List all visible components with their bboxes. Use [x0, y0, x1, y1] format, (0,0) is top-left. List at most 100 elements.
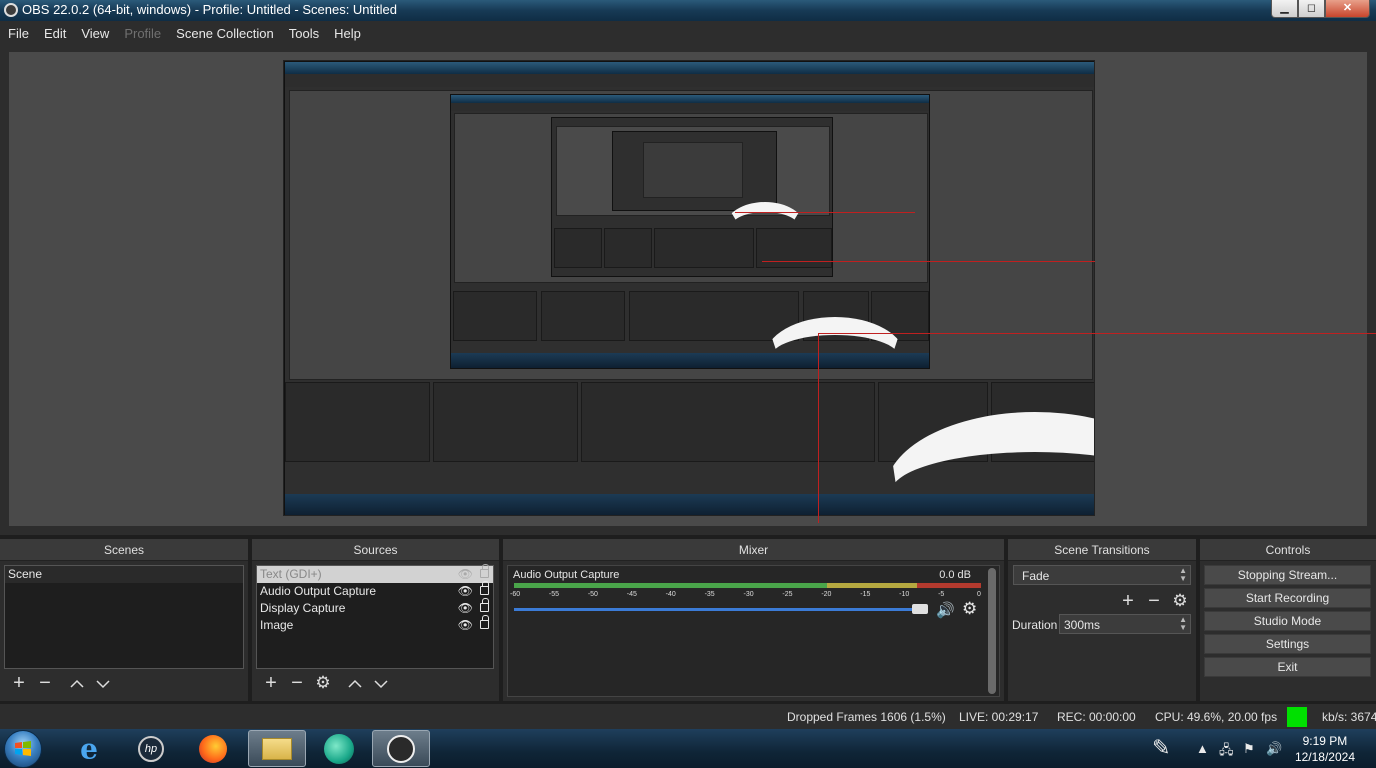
window-title: OBS 22.0.2 (64-bit, windows) - Profile: …: [22, 2, 397, 17]
meter-tick-label: -35: [704, 591, 715, 598]
duration-spinbox[interactable]: 300ms ▲ ▼: [1059, 614, 1191, 634]
menu-profile[interactable]: Profile: [124, 26, 169, 41]
volume-slider-handle[interactable]: [912, 604, 928, 614]
source-item-display-capture[interactable]: Display Capture 👁: [257, 598, 493, 617]
internet-explorer-icon: e: [80, 732, 98, 765]
remove-source-button[interactable]: −: [284, 673, 310, 693]
scene-transitions-header: Scene Transitions: [1008, 539, 1196, 561]
taskbar-hp[interactable]: hp: [122, 730, 180, 767]
visibility-eye-icon[interactable]: 👁: [458, 566, 473, 583]
scene-transitions-dock: Scene Transitions Fade ▲ ▼ + − ⚙ Duration…: [1008, 539, 1196, 701]
mixer-scrollbar[interactable]: [988, 568, 996, 694]
lock-icon[interactable]: [480, 564, 489, 578]
tray-pen-icon[interactable]: ✎: [1152, 735, 1170, 761]
menu-edit[interactable]: Edit: [44, 26, 74, 41]
stream-health-indicator: [1287, 707, 1307, 727]
show-hidden-icons-icon[interactable]: ▲: [1196, 741, 1209, 756]
taskbar-green-app[interactable]: [310, 730, 368, 767]
visibility-eye-icon[interactable]: 👁: [458, 617, 473, 634]
bitrate-status: kb/s: 3674: [1322, 710, 1376, 724]
studio-mode-button[interactable]: Studio Mode: [1204, 611, 1371, 631]
chevron-up-icon: [348, 679, 362, 688]
lock-icon[interactable]: [480, 615, 489, 629]
source-properties-gear-icon[interactable]: ⚙: [310, 673, 336, 693]
lock-icon[interactable]: [480, 598, 489, 612]
volume-meter-yellow: [827, 583, 917, 588]
chevron-down-icon: [374, 680, 388, 689]
volume-slider-track[interactable]: [514, 608, 926, 611]
mixer-scrollbar-thumb[interactable]: [988, 568, 996, 694]
lock-icon[interactable]: [480, 581, 489, 595]
controls-header: Controls: [1200, 539, 1376, 561]
source-item-text-gdi[interactable]: Text (GDI+) 👁: [257, 564, 493, 583]
select-arrows-icon: ▲ ▼: [1179, 566, 1187, 583]
menu-scene-collection[interactable]: Scene Collection: [176, 26, 282, 41]
add-scene-button[interactable]: +: [6, 673, 32, 693]
menu-help[interactable]: Help: [334, 26, 369, 41]
start-button[interactable]: [4, 730, 42, 768]
source-item-audio-output[interactable]: Audio Output Capture 👁: [257, 581, 493, 600]
settings-button[interactable]: Settings: [1204, 634, 1371, 654]
visibility-eye-icon[interactable]: 👁: [458, 583, 473, 600]
scenes-header: Scenes: [0, 539, 248, 561]
mixer-header: Mixer: [503, 539, 1004, 561]
maximize-button[interactable]: ◻: [1298, 0, 1325, 18]
sources-list[interactable]: Text (GDI+) 👁 Audio Output Capture 👁 Dis…: [256, 564, 494, 669]
remove-scene-button[interactable]: −: [32, 673, 58, 693]
transition-select-value: Fade: [1022, 569, 1050, 583]
taskbar-internet-explorer[interactable]: e: [60, 730, 118, 767]
source-item-label: Text (GDI+): [260, 567, 322, 581]
scene-item[interactable]: Scene: [5, 566, 243, 583]
firefox-icon: [199, 734, 227, 763]
minimize-button[interactable]: ▁: [1271, 0, 1298, 18]
menu-tools[interactable]: Tools: [289, 26, 327, 41]
stopping-stream-button[interactable]: Stopping Stream...: [1204, 565, 1371, 585]
mixer-dock: Mixer Audio Output Capture 0.0 dB -60 -55…: [503, 539, 1004, 701]
transition-select[interactable]: Fade ▲ ▼: [1013, 565, 1191, 585]
taskbar-file-explorer[interactable]: [248, 730, 306, 767]
cpu-fps-status: CPU: 49.6%, 20.00 fps: [1155, 710, 1278, 724]
spin-arrows-icon[interactable]: ▲ ▼: [1179, 616, 1187, 632]
speaker-icon[interactable]: 🔊: [936, 601, 955, 619]
green-app-icon: [324, 733, 354, 764]
nested-obs-level-3: [551, 117, 833, 277]
red-guide-line: [818, 333, 1376, 334]
sources-dock: Sources Text (GDI+) 👁 Audio Output Captu…: [252, 539, 499, 701]
meter-tick-label: -50: [587, 591, 598, 598]
add-source-button[interactable]: +: [258, 673, 284, 693]
action-center-flag-icon[interactable]: ⚑: [1243, 741, 1255, 757]
taskbar-obs[interactable]: [372, 730, 430, 767]
move-scene-up-button[interactable]: [64, 673, 90, 693]
network-icon[interactable]: 🖧: [1219, 741, 1234, 763]
rec-timer-status: REC: 00:00:00: [1057, 710, 1136, 724]
obs-icon: [387, 734, 415, 763]
source-item-image[interactable]: Image 👁: [257, 615, 493, 634]
preview-display-capture[interactable]: [283, 60, 1095, 516]
move-source-up-button[interactable]: [342, 673, 368, 693]
add-transition-button[interactable]: +: [1115, 591, 1141, 611]
move-source-down-button[interactable]: [368, 673, 394, 693]
title-bar: OBS 22.0.2 (64-bit, windows) - Profile: …: [0, 0, 1376, 21]
remove-transition-button[interactable]: −: [1141, 591, 1167, 611]
meter-tick-label: -45: [626, 591, 637, 598]
menu-view[interactable]: View: [81, 26, 117, 41]
transition-properties-gear-icon[interactable]: ⚙: [1167, 591, 1193, 611]
chevron-up-icon: [70, 679, 84, 688]
scenes-list[interactable]: Scene: [4, 565, 244, 669]
visibility-eye-icon[interactable]: 👁: [458, 600, 473, 617]
volume-meter-red: [917, 583, 981, 588]
close-button[interactable]: ✕: [1325, 0, 1370, 18]
move-scene-down-button[interactable]: [90, 673, 116, 693]
mixer-level-db: 0.0 dB: [939, 569, 971, 581]
system-clock[interactable]: 9:19 PM 12/18/2024: [1295, 733, 1355, 765]
menu-file[interactable]: File: [8, 26, 37, 41]
audio-settings-gear-icon[interactable]: ⚙: [962, 599, 977, 619]
volume-icon[interactable]: 🔊: [1266, 741, 1282, 757]
transitions-toolbar: + − ⚙: [1115, 591, 1193, 611]
exit-button[interactable]: Exit: [1204, 657, 1371, 677]
obs-app-icon: [4, 3, 18, 17]
mixer-track-name: Audio Output Capture: [513, 569, 620, 581]
clock-time: 9:19 PM: [1302, 734, 1348, 748]
start-recording-button[interactable]: Start Recording: [1204, 588, 1371, 608]
taskbar-firefox[interactable]: [184, 730, 242, 767]
